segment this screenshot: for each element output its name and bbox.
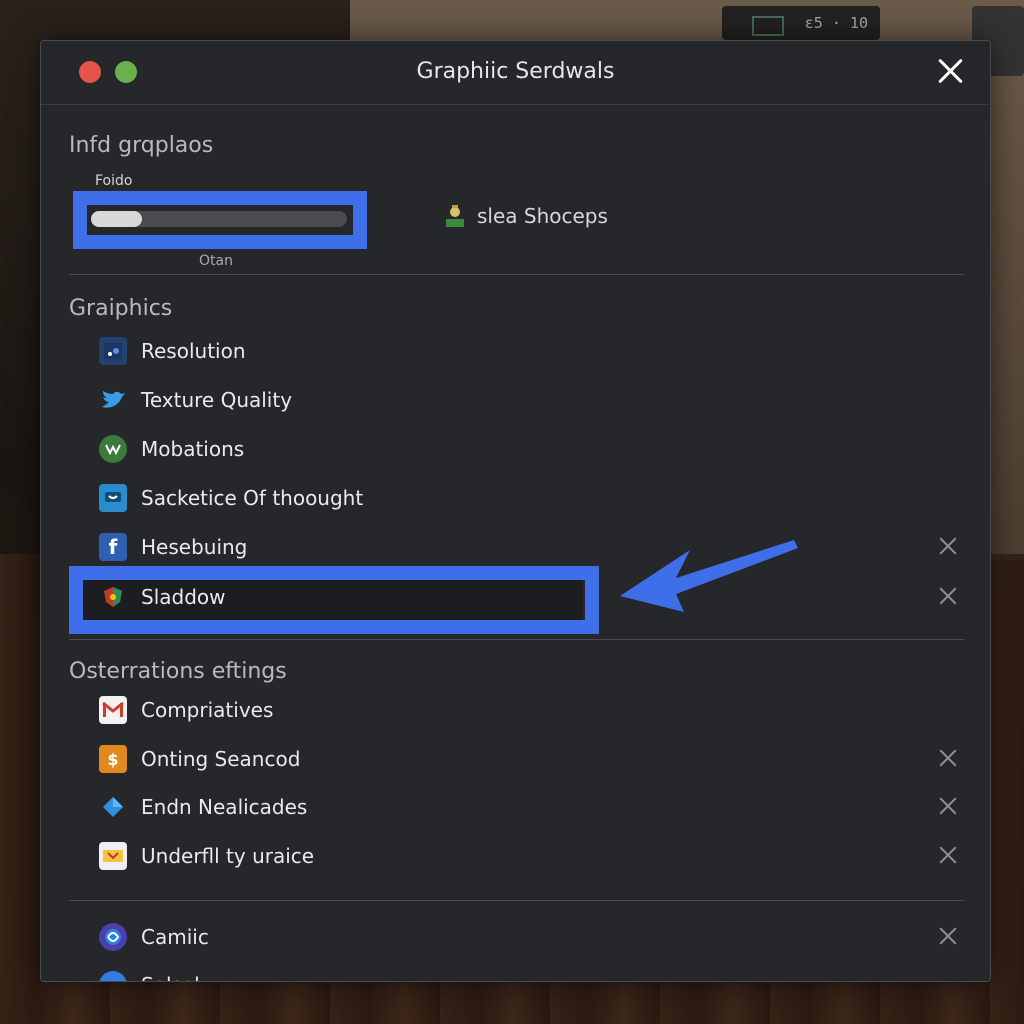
setting-row-underfll[interactable]: Underfll ty uraice xyxy=(99,838,959,874)
setting-label: Onting Seancod xyxy=(141,747,301,771)
plugin-entry[interactable]: slea Shoceps xyxy=(443,203,608,229)
setting-row-sacketice[interactable]: Sacketice Of thoought xyxy=(99,480,959,516)
vine-icon xyxy=(99,435,127,463)
globe-small-icon xyxy=(99,971,127,981)
setting-label: Resolution xyxy=(141,339,246,363)
remove-icon[interactable] xyxy=(937,795,959,817)
setting-label: Compriatives xyxy=(141,698,274,722)
setting-row-texture-quality[interactable]: Texture Quality xyxy=(99,382,959,418)
divider-1 xyxy=(69,274,964,275)
f-letter-icon: f xyxy=(99,533,127,561)
slider-label: Foido xyxy=(95,173,133,189)
setting-row-endn-nealicades[interactable]: Endn Nealicades xyxy=(99,789,959,825)
pointer-arrow-icon xyxy=(620,540,798,612)
window-title: Graphiic Serdwals xyxy=(416,59,615,84)
setting-row-mobations[interactable]: Mobations xyxy=(99,431,959,467)
slider-fill xyxy=(91,211,143,227)
background-badge: ε5 · 10 xyxy=(722,6,880,40)
setting-label: Mobations xyxy=(141,437,245,461)
setting-row-camiic[interactable]: Camiic xyxy=(99,919,959,955)
setting-label: Endn Nealicades xyxy=(141,795,308,819)
setting-row-onting-seancod[interactable]: $ Onting Seancod xyxy=(99,741,959,777)
diamond-icon xyxy=(99,793,127,821)
mail-icon xyxy=(99,696,127,724)
setting-row-sladdow[interactable]: Sladdow xyxy=(99,579,959,615)
section-heading-other: Osterrations eftings xyxy=(69,659,287,684)
setting-label: Underfll ty uraice xyxy=(141,844,315,868)
plugin-figure-icon xyxy=(443,203,467,229)
divider-2 xyxy=(69,639,964,640)
ticket-icon xyxy=(99,842,127,870)
remove-icon[interactable] xyxy=(937,535,959,557)
setting-label: Sacketice Of thoought xyxy=(141,486,364,510)
globe-icon xyxy=(99,923,127,951)
section-heading-graphics: Graiphics xyxy=(69,296,173,321)
close-icon[interactable] xyxy=(934,55,966,87)
slider-caption: Otan xyxy=(199,253,233,269)
coin-icon: $ xyxy=(99,745,127,773)
bird-icon xyxy=(99,386,127,414)
shield-icon xyxy=(99,583,127,611)
divider-3 xyxy=(69,900,964,901)
remove-icon[interactable] xyxy=(937,844,959,866)
setting-row-compriatives[interactable]: Compriatives xyxy=(99,692,959,728)
graphics-settings-dialog: Graphiic Serdwals Infd grqplaos Foido Ot… xyxy=(40,40,991,982)
setting-label: Hesebuing xyxy=(141,535,248,559)
setting-row-hesebuing[interactable]: f Hesebuing xyxy=(99,529,959,565)
setting-label: Sladdow xyxy=(141,585,226,609)
badge-box-icon xyxy=(752,16,784,36)
background-wall xyxy=(350,0,1024,40)
monitor-icon xyxy=(99,337,127,365)
remove-icon[interactable] xyxy=(937,585,959,607)
plugin-label: slea Shoceps xyxy=(477,204,608,228)
remove-icon[interactable] xyxy=(937,925,959,947)
setting-label: Camiic xyxy=(141,925,209,949)
setting-label: Texture Quality xyxy=(141,388,293,412)
section-heading-top: Infd grqplaos xyxy=(69,133,214,158)
badge-text: ε5 · 10 xyxy=(804,14,868,32)
title-bar: Graphiic Serdwals xyxy=(41,41,990,105)
setting-row-resolution[interactable]: Resolution xyxy=(99,333,959,369)
quality-slider[interactable] xyxy=(91,211,347,227)
remove-icon[interactable] xyxy=(937,747,959,769)
chat-bubble-icon xyxy=(99,484,127,512)
setting-label: Salsol xyxy=(141,973,200,981)
setting-row-salsol[interactable]: Salsol xyxy=(99,967,959,981)
